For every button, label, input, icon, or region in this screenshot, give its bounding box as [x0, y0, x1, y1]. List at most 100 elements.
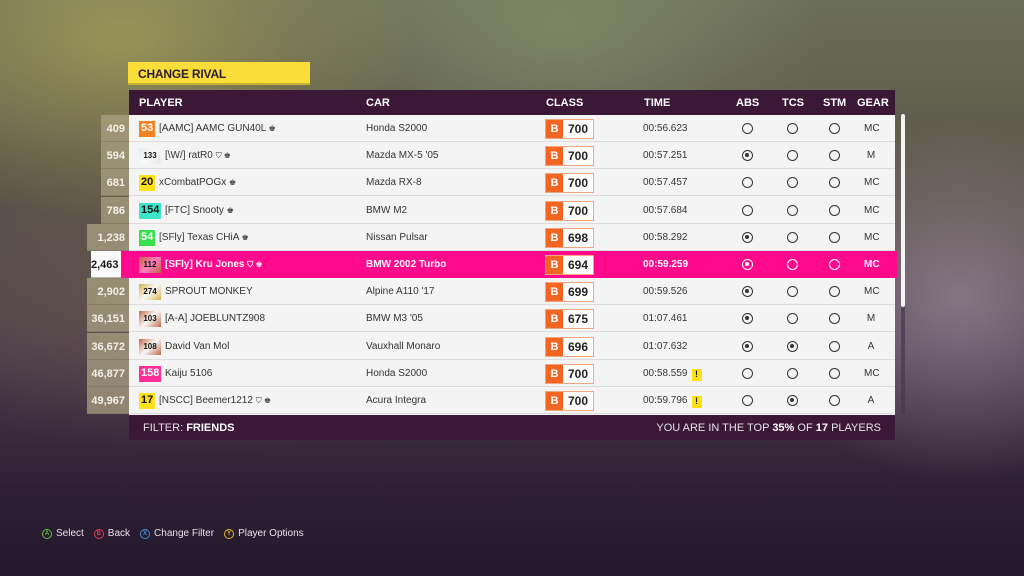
- class-letter: B: [546, 256, 563, 274]
- table-row[interactable]: 158 Kaiju 5106 Honda S2000 B 700 00:58.5…: [129, 360, 895, 387]
- column-car[interactable]: CAR: [366, 97, 390, 109]
- lap-time: 00:59.796!: [643, 395, 702, 408]
- table-row[interactable]: 53 [AAMC] AAMC GUN40L ♚ Honda S2000 B 70…: [129, 115, 895, 142]
- table-row[interactable]: 108 David Van Mol Vauxhall Monaro B 696 …: [129, 333, 895, 360]
- table-footer: FILTER: FRIENDS YOU ARE IN THE TOP 35% O…: [129, 415, 895, 440]
- class-badge: B 696: [545, 336, 594, 357]
- lap-time-text: 00:57.251: [643, 150, 688, 162]
- hint-select[interactable]: A Select: [42, 528, 84, 539]
- player-name: [SFly] Kru Jones ⛉ ♚: [165, 259, 263, 270]
- table-row[interactable]: 54 [SFly] Texas CHiA ♚ Nissan Pulsar B 6…: [129, 224, 895, 251]
- hint-back[interactable]: B Back: [93, 528, 130, 539]
- lap-time: 00:58.292: [643, 232, 688, 243]
- table-row[interactable]: 133 [\W/] ratR0 ⛉ ♚ Mazda MX-5 '05 B 700…: [129, 142, 895, 170]
- car-name: BMW M2: [366, 204, 408, 216]
- scrollbar-thumb[interactable]: [901, 114, 905, 307]
- table-row[interactable]: 154 [FTC] Snooty ♚ BMW M2 B 700 00:57.68…: [129, 197, 895, 224]
- player-name-text: Kaiju 5106: [165, 367, 213, 379]
- performance-index: 700: [567, 203, 589, 218]
- stm-indicator: [829, 259, 840, 270]
- level-badge: 154: [139, 202, 162, 219]
- abs-indicator: [742, 259, 753, 270]
- table-row-selected[interactable]: 112 [SFly] Kru Jones ⛉ ♚ BMW 2002 Turbo …: [121, 251, 897, 278]
- player-badge-icons: ♚: [241, 232, 249, 242]
- performance-index: 699: [567, 285, 589, 300]
- column-stm[interactable]: STM: [823, 97, 846, 109]
- player-name-text: [NSCC] Beemer1212: [159, 395, 253, 406]
- gear-setting: M: [866, 150, 876, 162]
- abs-indicator: [742, 204, 753, 216]
- column-time[interactable]: TIME: [644, 97, 670, 109]
- level-badge: 20: [139, 175, 156, 192]
- lap-time-text: 00:58.559: [643, 367, 688, 379]
- performance-index: 700: [567, 176, 589, 191]
- leaderboard-rank: 36,151: [87, 305, 129, 333]
- class-badge: B 700: [545, 146, 594, 167]
- abs-indicator: [742, 286, 753, 298]
- summary-suffix: PLAYERS: [831, 422, 881, 434]
- tcs-indicator: [787, 123, 798, 134]
- class-badge: B 700: [545, 173, 594, 194]
- player-name: Kaiju 5106: [165, 368, 212, 379]
- stm-indicator: [829, 204, 840, 216]
- warning-icon: !: [691, 368, 702, 381]
- column-abs[interactable]: ABS: [736, 97, 759, 109]
- level-badge: 54: [139, 229, 156, 246]
- class-badge: B 700: [545, 200, 594, 221]
- performance-index: 700: [567, 122, 589, 136]
- lap-time-text: 00:56.623: [643, 123, 688, 134]
- column-player[interactable]: PLAYER: [139, 97, 183, 109]
- class-letter: B: [546, 174, 563, 193]
- column-class[interactable]: CLASS: [546, 97, 583, 109]
- performance-index: 700: [567, 394, 589, 408]
- page-title: CHANGE RIVAL: [128, 62, 310, 85]
- stm-indicator: [829, 340, 840, 352]
- summary-percent: 35%: [772, 422, 795, 434]
- tcs-indicator: [787, 231, 798, 243]
- table-row[interactable]: 20 xCombatPOGx ♚ Mazda RX-8 B 700 00:57.…: [129, 169, 895, 197]
- player-name-text: [A-A] JOEBLUNTZ908: [165, 313, 266, 325]
- hint-player-options[interactable]: Y Player Options: [224, 528, 304, 539]
- performance-index: 698: [567, 230, 589, 245]
- lap-time: 00:57.457: [643, 177, 688, 188]
- gear-setting: MC: [864, 177, 880, 189]
- player-badge-icons: ♚: [229, 178, 237, 188]
- tcs-indicator: [787, 340, 798, 352]
- lap-time-text: 00:58.292: [643, 231, 688, 243]
- leaderboard-rank: 36,672: [87, 332, 129, 360]
- player-name-text: SPROUT MONKEY: [165, 286, 253, 298]
- tcs-indicator: [787, 259, 798, 270]
- abs-indicator: [742, 231, 753, 243]
- player-name: David Van Mol: [165, 341, 229, 352]
- level-badge: 108: [139, 338, 161, 355]
- warning-icon: !: [691, 396, 702, 408]
- level-badge: 112: [139, 257, 161, 273]
- class-badge: B 699: [545, 282, 594, 303]
- class-letter: B: [546, 228, 563, 247]
- ranking-summary: YOU ARE IN THE TOP 35% OF 17 PLAYERS: [656, 422, 881, 434]
- player-name-text: [\W/] ratR0: [165, 150, 213, 162]
- table-row[interactable]: 17 [NSCC] Beemer1212 ⛉ ♚ Acura Integra B…: [129, 387, 895, 414]
- table-row[interactable]: 274 SPROUT MONKEY Alpine A110 '17 B 699 …: [129, 278, 895, 306]
- filter-display[interactable]: FILTER: FRIENDS: [143, 422, 234, 434]
- player-name: [FTC] Snooty ♚: [165, 205, 234, 216]
- car-name: Honda S2000: [366, 123, 428, 134]
- stm-indicator: [829, 123, 840, 134]
- scrollbar[interactable]: [901, 114, 905, 414]
- class-letter: B: [546, 283, 563, 302]
- car-name: Acura Integra: [366, 395, 427, 406]
- tcs-indicator: [787, 395, 798, 406]
- lap-time-text: 00:59.259: [643, 259, 689, 270]
- car-name: BMW M3 '05: [366, 313, 423, 325]
- player-name: [NSCC] Beemer1212 ⛉ ♚: [159, 395, 271, 406]
- table-row[interactable]: 103 [A-A] JOEBLUNTZ908 BMW M3 '05 B 675 …: [129, 305, 895, 333]
- leaderboard-rank: 46,877: [87, 359, 129, 387]
- hint-change-filter[interactable]: X Change Filter: [140, 528, 214, 539]
- lap-time: 00:56.623: [643, 123, 688, 134]
- stm-indicator: [829, 395, 840, 406]
- player-name-text: xCombatPOGx: [159, 177, 227, 189]
- column-tcs[interactable]: TCS: [782, 97, 804, 109]
- column-gear[interactable]: GEAR: [857, 97, 889, 109]
- player-name-text: David Van Mol: [165, 340, 230, 352]
- leaderboard-rank: 1,238: [87, 223, 129, 251]
